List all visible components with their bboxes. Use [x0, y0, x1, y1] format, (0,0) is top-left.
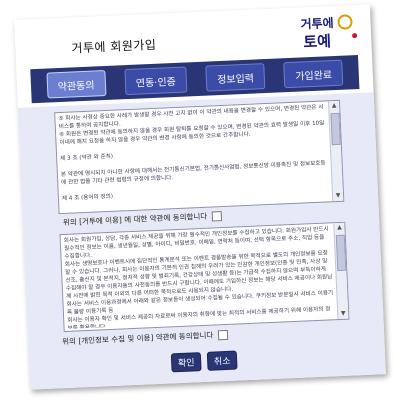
- service-terms-text: ⑤ 회사는 사정상 중요한 사례가 발생할 경우 사전 고지 없이 이 약관의 …: [58, 104, 327, 203]
- scroll-thumb[interactable]: [335, 234, 347, 272]
- agree-privacy-checkbox[interactable]: [218, 329, 229, 340]
- service-terms-scrollbar[interactable]: ▲ ▼: [327, 100, 344, 202]
- scroll-up-icon[interactable]: ▲: [330, 102, 338, 110]
- tab-info-input[interactable]: 정보입력: [205, 63, 266, 92]
- tab-link-verification[interactable]: 연동·인증: [124, 66, 188, 96]
- confirm-button[interactable]: 확인: [170, 352, 202, 373]
- page-title: 거투에 회원가입: [71, 37, 157, 56]
- agree-privacy-label: 위의 [개인정보 수집 및 이용] 약관에 동의합니다: [61, 330, 214, 347]
- privacy-terms-box[interactable]: 회사는 회원가입, 상담, 각종 서비스 제공을 위해 가장 필수적인 개인정보…: [59, 221, 350, 333]
- screenshot-stage: 거투에 회원가입 거투에 토예 약관동의 연동·인증 정보입력 가입완료 ⑤ 회…: [0, 0, 400, 400]
- scroll-down-icon[interactable]: ▼: [339, 310, 347, 318]
- scroll-up-icon[interactable]: ▲: [335, 224, 343, 232]
- agree-service-checkbox[interactable]: [211, 210, 223, 221]
- agree-privacy-row: 위의 [개인정보 수집 및 이용] 약관에 동의합니다: [62, 329, 229, 347]
- terms-content-area: ⑤ 회사는 사정상 중요한 사례가 발생할 경우 사전 고지 없이 이 약관의 …: [17, 92, 386, 390]
- service-terms-box[interactable]: ⑤ 회사는 사정상 중요한 사례가 발생할 경우 사전 고지 없이 이 약관의 …: [54, 99, 345, 215]
- scroll-down-icon[interactable]: ▼: [334, 192, 342, 200]
- logo-circle-icon: [337, 14, 353, 30]
- privacy-terms-scrollbar[interactable]: ▲ ▼: [333, 222, 349, 320]
- scroll-thumb[interactable]: [330, 112, 341, 146]
- privacy-terms-text: 회사는 회원가입, 상담, 각종 서비스 제공을 위해 가장 필수적인 개인정보…: [63, 226, 334, 329]
- signup-page: 거투에 회원가입 거투에 토예 약관동의 연동·인증 정보입력 가입완료 ⑤ 회…: [14, 4, 386, 390]
- tab-terms-agreement[interactable]: 약관동의: [46, 70, 107, 99]
- tab-signup-complete[interactable]: 가입완료: [283, 59, 344, 89]
- logo-dot-icon: [352, 32, 358, 39]
- site-logo[interactable]: 거투에 토예: [300, 13, 358, 51]
- agree-service-label: 위의 [거투에 이용] 에 대한 약관에 동의합니다: [62, 211, 208, 227]
- cancel-button[interactable]: 취소: [206, 350, 238, 371]
- logo-text-bottom: 토예: [302, 32, 332, 52]
